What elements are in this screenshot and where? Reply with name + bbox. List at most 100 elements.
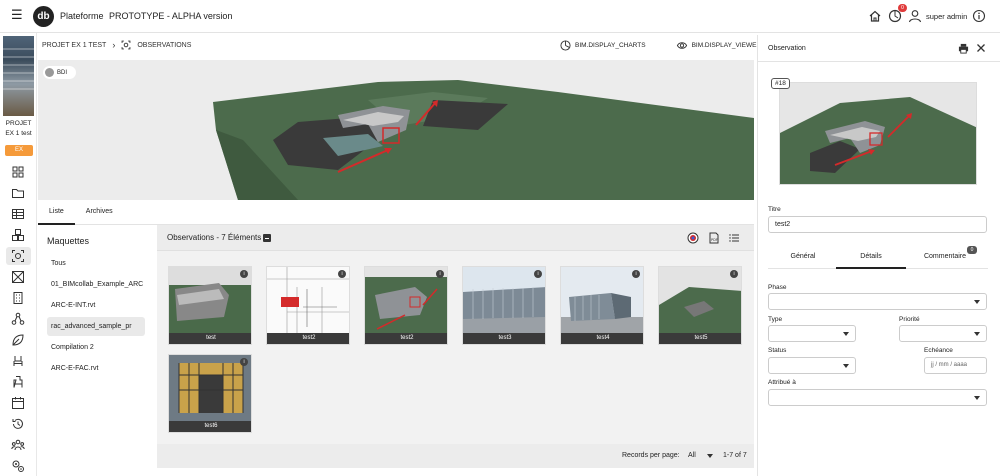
phase-select[interactable]: [768, 293, 987, 310]
observation-thumbnail: [267, 267, 349, 334]
leaf-icon[interactable]: [11, 333, 25, 347]
home-icon[interactable]: [868, 9, 882, 23]
clash-icon[interactable]: [11, 270, 25, 284]
pagination-bar: Records per page: All 1-7 of 7: [157, 444, 754, 468]
table-icon[interactable]: [11, 207, 25, 221]
chevron-down-icon: [974, 332, 980, 336]
attribue-select[interactable]: [768, 389, 987, 406]
tab-general[interactable]: Général: [768, 244, 838, 269]
observations-nav-item[interactable]: [6, 247, 31, 265]
observation-thumbnail: [463, 267, 545, 334]
info-icon[interactable]: i: [632, 270, 640, 278]
maquette-item[interactable]: ARC-E-INT.rvt: [47, 296, 145, 315]
observation-card-label: test4: [561, 333, 643, 344]
info-icon[interactable]: i: [240, 270, 248, 278]
project-code-badge[interactable]: EX: [5, 145, 33, 156]
list-tabs: Liste Archives: [38, 201, 754, 225]
info-icon[interactable]: i: [240, 358, 248, 366]
menu-icon[interactable]: ☰: [11, 9, 23, 22]
logo[interactable]: db: [33, 6, 54, 27]
tab-liste[interactable]: Liste: [38, 201, 75, 225]
dashboard-icon[interactable]: [11, 165, 25, 179]
version-label: PROTOTYPE - ALPHA version: [109, 11, 233, 21]
tag-icon: [45, 68, 54, 77]
info-icon[interactable]: i: [730, 270, 738, 278]
records-per-page-select[interactable]: All: [688, 452, 696, 459]
maquette-item[interactable]: Compilation 2: [47, 338, 145, 357]
project-thumbnail[interactable]: [3, 36, 34, 116]
print-icon[interactable]: [958, 43, 969, 54]
username[interactable]: super admin: [926, 12, 967, 21]
folder-icon[interactable]: [11, 186, 25, 200]
cubes-icon[interactable]: [11, 228, 25, 242]
maquette-item[interactable]: Tous: [47, 254, 145, 273]
records-per-page-label: Records per page:: [622, 452, 680, 459]
calendar-icon[interactable]: [11, 396, 25, 410]
observation-number-badge: #18: [771, 78, 790, 89]
info-icon[interactable]: [972, 9, 986, 23]
observations-title: Observations - 7 Éléments: [167, 233, 262, 242]
observation-card[interactable]: i test2: [266, 266, 350, 345]
echeance-date-input[interactable]: jj / mm / aaaa: [924, 357, 987, 374]
observation-card[interactable]: i test6: [168, 354, 252, 433]
observations-header: Observations - 7 Éléments PDF: [157, 225, 754, 251]
observation-scan-icon: [121, 40, 131, 50]
chevron-down-icon: [843, 332, 849, 336]
network-icon[interactable]: [11, 312, 25, 326]
detail-title: Observation: [768, 45, 806, 52]
observation-card[interactable]: i test3: [462, 266, 546, 345]
detail-tabs: Général Détails Commentaire: [768, 244, 988, 269]
observation-card[interactable]: i test2: [364, 266, 448, 345]
observation-detail-panel: Observation #18 Titre test2 Général Déta…: [757, 35, 1000, 476]
observation-card[interactable]: i test4: [560, 266, 644, 345]
observation-thumbnail: [365, 267, 447, 334]
maquette-item[interactable]: 01_BIMcollab_Example_ARC: [47, 275, 145, 294]
users-icon[interactable]: [11, 438, 25, 452]
breadcrumb: PROJET EX 1 TEST › OBSERVATIONS: [42, 40, 191, 50]
pdf-export-icon[interactable]: PDF: [708, 232, 720, 244]
chair-icon[interactable]: [11, 354, 25, 368]
bed-icon[interactable]: [11, 375, 25, 389]
viewer-toolbar: BIM.DISPLAY_CHARTS BIM.DISPLAY_VIEWER: [560, 40, 761, 51]
chevron-down-icon[interactable]: [707, 454, 713, 458]
project-name-line1: PROJET: [5, 120, 32, 127]
observation-card-label: test2: [267, 333, 349, 344]
display-viewer-button[interactable]: BIM.DISPLAY_VIEWER: [676, 40, 761, 51]
viewer-tag-chip[interactable]: BDI: [43, 66, 76, 79]
close-icon[interactable]: [976, 43, 986, 53]
observation-card[interactable]: i test: [168, 266, 252, 345]
maquette-item-selected[interactable]: rac_advanced_sample_pr: [47, 317, 145, 336]
bcf-icon[interactable]: [687, 232, 699, 244]
type-select[interactable]: [768, 325, 856, 342]
observation-card-label: test2: [365, 333, 447, 344]
status-select[interactable]: [768, 357, 856, 374]
observation-thumbnail: [169, 355, 251, 422]
collapse-icon[interactable]: [263, 234, 271, 242]
info-icon[interactable]: i: [436, 270, 444, 278]
viewer-tag-label: BDI: [57, 69, 68, 76]
info-icon[interactable]: i: [534, 270, 542, 278]
list-view-icon[interactable]: [728, 232, 740, 244]
observation-scan-icon: [12, 250, 24, 262]
info-icon[interactable]: i: [338, 270, 346, 278]
chevron-down-icon: [974, 300, 980, 304]
project-name-line2: EX 1 test: [5, 130, 32, 137]
history-icon[interactable]: [11, 417, 25, 431]
tab-details[interactable]: Détails: [836, 244, 906, 269]
priorite-select[interactable]: [899, 325, 987, 342]
display-charts-button[interactable]: BIM.DISPLAY_CHARTS: [560, 40, 646, 51]
app-name: Plateforme: [60, 11, 104, 21]
observation-card[interactable]: i test5: [658, 266, 742, 345]
bim-model-render: [213, 80, 754, 200]
titre-input[interactable]: test2: [768, 216, 987, 233]
user-icon[interactable]: [908, 9, 922, 23]
settings-icon[interactable]: [11, 459, 25, 473]
observation-thumbnail: [561, 267, 643, 334]
3d-viewer[interactable]: [38, 60, 754, 200]
maquette-item[interactable]: ARC-E-FAC.rvt: [47, 359, 145, 378]
building-icon[interactable]: [11, 291, 25, 305]
breadcrumb-project[interactable]: PROJET EX 1 TEST: [42, 42, 106, 49]
chevron-down-icon: [843, 364, 849, 368]
tab-archives[interactable]: Archives: [75, 201, 124, 225]
observations-panel: Observations - 7 Éléments PDF i test i t…: [157, 225, 754, 468]
